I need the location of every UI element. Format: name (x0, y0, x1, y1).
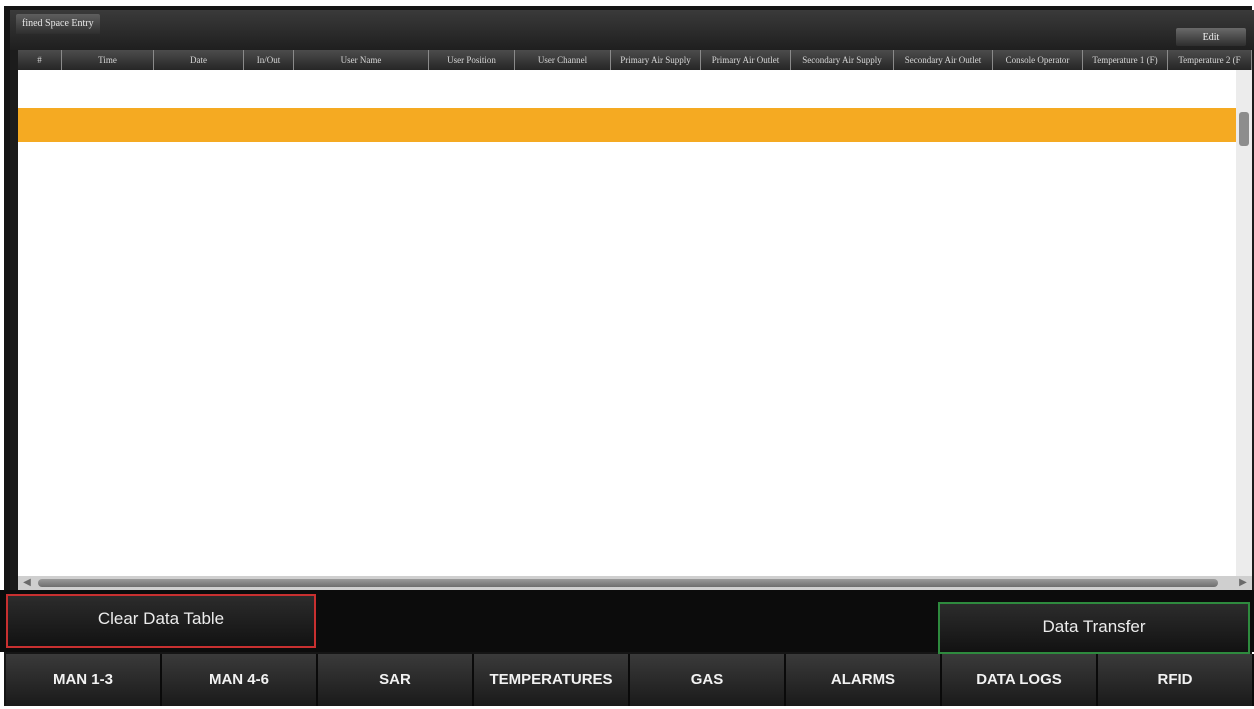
horizontal-scroll-thumb[interactable] (38, 579, 1218, 587)
column-header-primary-air-supply[interactable]: Primary Air Supply (611, 50, 701, 70)
column-header-console-operator[interactable]: Console Operator (993, 50, 1083, 70)
column-header-in-out[interactable]: In/Out (244, 50, 294, 70)
scroll-left-arrow-icon[interactable]: ◀ (20, 576, 34, 590)
column-header-time[interactable]: Time (62, 50, 154, 70)
column-header-primary-air-outlet[interactable]: Primary Air Outlet (701, 50, 791, 70)
tab-man-4-6[interactable]: MAN 4-6 (162, 654, 318, 706)
column-header-secondary-air-supply[interactable]: Secondary Air Supply (791, 50, 894, 70)
tab-gas[interactable]: GAS (630, 654, 786, 706)
column-header-user-position[interactable]: User Position (429, 50, 515, 70)
table-header: # Time Date In/Out User Name User Positi… (18, 50, 1252, 70)
column-header-secondary-air-outlet[interactable]: Secondary Air Outlet (894, 50, 993, 70)
action-bar: Clear Data Table Data Transfer (0, 590, 1254, 654)
tab-data-logs[interactable]: DATA LOGS (942, 654, 1098, 706)
tab-rfid[interactable]: RFID (1098, 654, 1254, 706)
column-header-temperature-1[interactable]: Temperature 1 (F) (1083, 50, 1168, 70)
table-body (18, 70, 1236, 576)
data-transfer-button[interactable]: Data Transfer (938, 602, 1250, 654)
column-header-date[interactable]: Date (154, 50, 244, 70)
title-bar: fined Space Entry Edit (10, 10, 1254, 50)
clear-data-table-button[interactable]: Clear Data Table (6, 594, 316, 648)
tab-sar[interactable]: SAR (318, 654, 474, 706)
column-header-user-name[interactable]: User Name (294, 50, 429, 70)
column-header-number[interactable]: # (18, 50, 62, 70)
vertical-scrollbar[interactable] (1236, 70, 1252, 576)
column-header-user-channel[interactable]: User Channel (515, 50, 611, 70)
bottom-navigation: MAN 1-3 MAN 4-6 SAR TEMPERATURES GAS ALA… (6, 654, 1254, 706)
window-title: fined Space Entry (16, 14, 100, 34)
scroll-right-arrow-icon[interactable]: ▶ (1236, 576, 1250, 590)
column-header-temperature-2[interactable]: Temperature 2 (F (1168, 50, 1252, 70)
horizontal-scrollbar[interactable]: ◀ ▶ (18, 576, 1252, 590)
tab-man-1-3[interactable]: MAN 1-3 (6, 654, 162, 706)
tab-alarms[interactable]: ALARMS (786, 654, 942, 706)
selected-table-row[interactable] (18, 108, 1236, 142)
edit-button[interactable]: Edit (1176, 28, 1246, 46)
vertical-scroll-thumb[interactable] (1239, 112, 1249, 146)
tab-temperatures[interactable]: TEMPERATURES (474, 654, 630, 706)
